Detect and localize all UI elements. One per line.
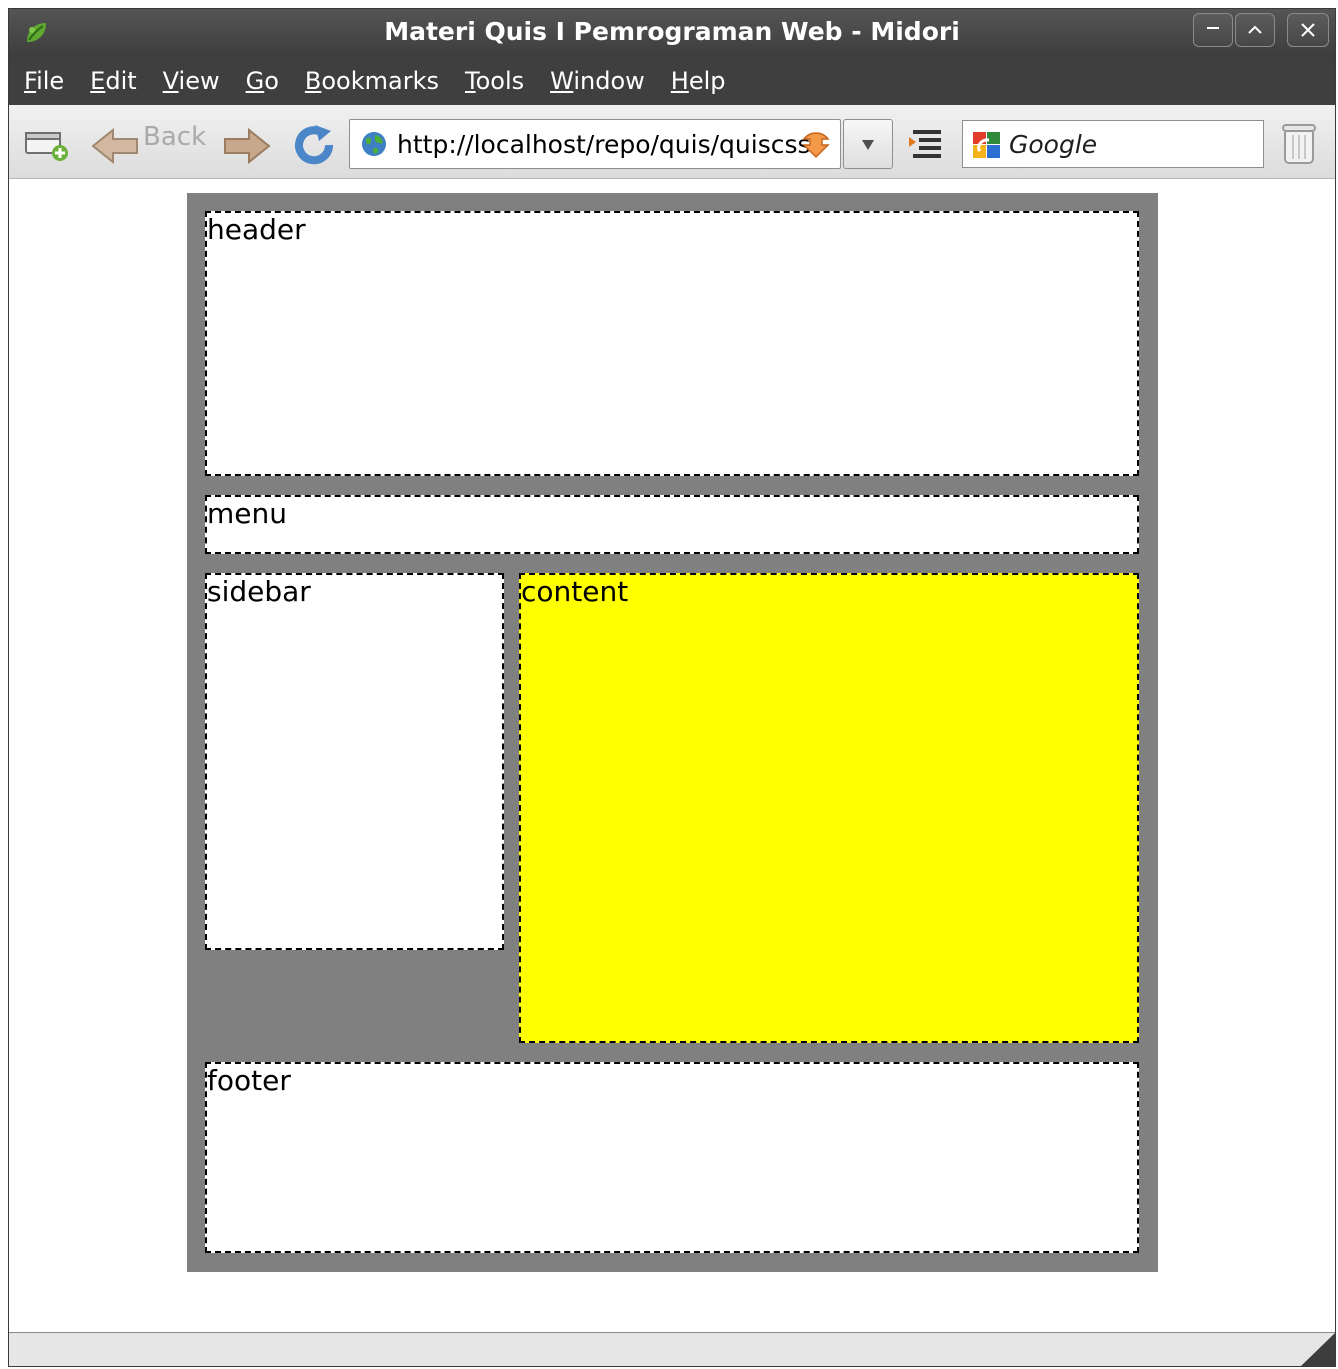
search-placeholder: Google xyxy=(1009,130,1098,159)
menu-box: menu xyxy=(205,495,1139,554)
back-arrow-icon[interactable] xyxy=(91,127,139,165)
close-icon xyxy=(1301,23,1315,37)
sidebar-box: sidebar xyxy=(205,573,504,950)
status-bar xyxy=(9,1332,1335,1366)
navigation-toolbar: Back http://localhost/repo/quis/quiscss xyxy=(9,105,1335,179)
sidebar-label: sidebar xyxy=(207,575,311,608)
google-icon xyxy=(973,132,1000,158)
resize-grip-icon[interactable] xyxy=(1301,1333,1335,1366)
address-bar[interactable]: http://localhost/repo/quis/quiscss xyxy=(349,119,841,169)
header-label: header xyxy=(207,213,306,246)
back-button-label[interactable]: Back xyxy=(143,122,206,152)
page-viewport: header menu sidebar content footer xyxy=(9,179,1335,1334)
forward-arrow-icon[interactable] xyxy=(223,127,271,165)
menu-window[interactable]: Window xyxy=(550,67,645,95)
panel-list-icon[interactable] xyxy=(907,128,947,162)
url-history-dropdown[interactable] xyxy=(843,119,893,169)
menu-edit[interactable]: Edit xyxy=(90,67,136,95)
window-controls xyxy=(1193,13,1329,47)
reload-icon[interactable] xyxy=(291,123,337,169)
chevron-down-icon xyxy=(862,140,874,150)
menu-bar: File Edit View Go Bookmarks Tools Window… xyxy=(9,57,1335,105)
footer-box: footer xyxy=(205,1062,1139,1253)
minimize-icon xyxy=(1207,27,1219,29)
window-title: Materi Quis I Pemrograman Web - Midori xyxy=(384,17,960,46)
header-box: header xyxy=(205,211,1139,476)
globe-icon xyxy=(362,132,386,156)
maximize-button[interactable] xyxy=(1235,13,1275,47)
browser-window: Materi Quis I Pemrograman Web - Midori F… xyxy=(8,8,1336,1367)
menu-view[interactable]: View xyxy=(163,67,220,95)
menu-file[interactable]: File xyxy=(24,67,64,95)
rss-feed-icon[interactable] xyxy=(800,129,832,159)
layout-container: header menu sidebar content footer xyxy=(187,193,1158,1272)
menu-bookmarks[interactable]: Bookmarks xyxy=(305,67,439,95)
menu-label: menu xyxy=(207,497,287,530)
new-tab-icon[interactable] xyxy=(23,123,71,163)
trash-icon[interactable] xyxy=(1279,121,1319,167)
menu-tools[interactable]: Tools xyxy=(465,67,524,95)
close-button[interactable] xyxy=(1287,13,1329,47)
maximize-icon xyxy=(1248,25,1262,34)
content-label: content xyxy=(521,575,629,608)
menu-go[interactable]: Go xyxy=(246,67,279,95)
url-text: http://localhost/repo/quis/quiscss xyxy=(397,130,811,159)
minimize-button[interactable] xyxy=(1193,13,1233,47)
search-field[interactable]: Google xyxy=(962,120,1264,168)
title-bar: Materi Quis I Pemrograman Web - Midori xyxy=(9,9,1335,57)
content-box: content xyxy=(519,573,1139,1043)
menu-help[interactable]: Help xyxy=(671,67,726,95)
footer-label: footer xyxy=(207,1064,291,1097)
